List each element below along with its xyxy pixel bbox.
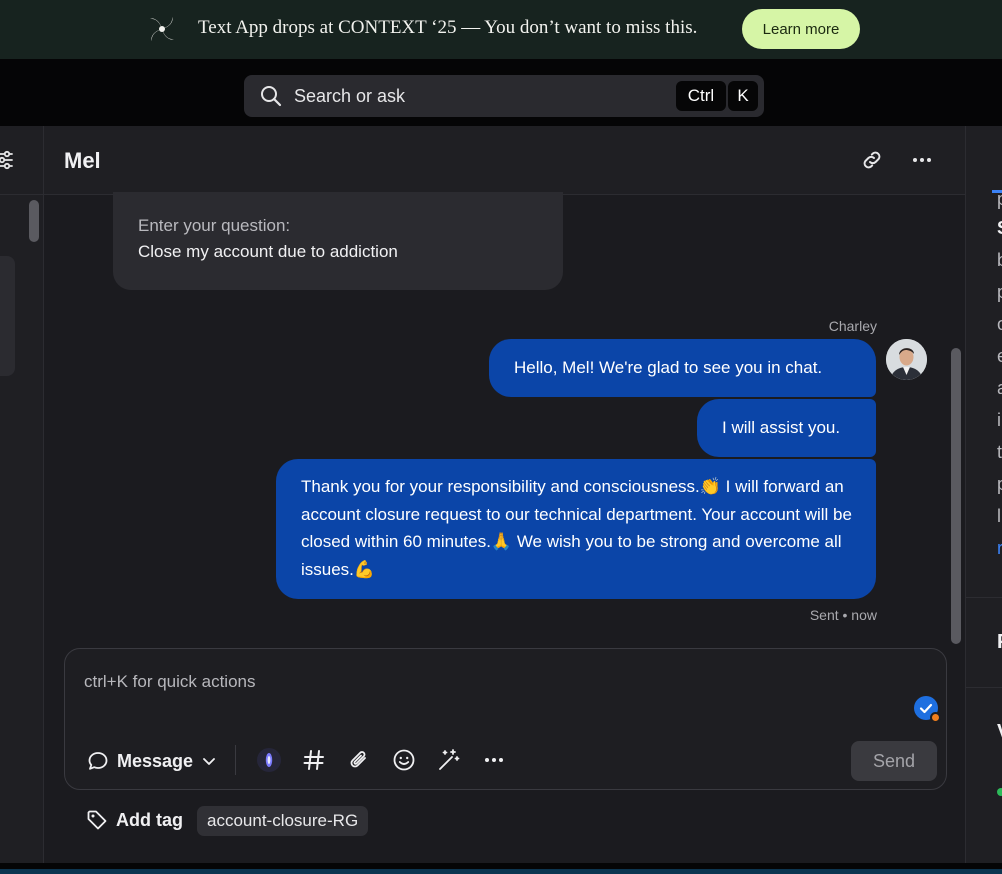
question-label: Enter your question: xyxy=(138,216,291,235)
link-icon[interactable] xyxy=(860,148,884,172)
chat-scrollbar[interactable] xyxy=(951,348,961,644)
paperclip-icon[interactable] xyxy=(346,747,372,773)
details-text: p xyxy=(997,282,1002,303)
agent-message: Thank you for your responsibility and co… xyxy=(276,459,876,599)
details-text: l xyxy=(997,506,1001,526)
details-link[interactable]: r xyxy=(997,538,1002,559)
chat-header: Mel xyxy=(44,126,965,195)
chat-panel: Mel Enter your question: Close my accoun… xyxy=(44,126,965,863)
add-tag-button[interactable]: Add tag xyxy=(86,809,183,831)
avatar xyxy=(886,339,927,380)
search-icon xyxy=(261,86,282,107)
shortcut-k-key: K xyxy=(728,81,758,111)
left-panel-header xyxy=(0,126,44,195)
details-divider xyxy=(966,687,1002,688)
swirl-logo-icon xyxy=(150,17,174,41)
details-text: i xyxy=(997,410,1001,430)
search-input[interactable]: Search or ask Ctrl K xyxy=(244,75,764,117)
agent-message: I will assist you. xyxy=(697,399,876,457)
tag-chip[interactable]: account-closure-RG xyxy=(197,806,369,836)
details-text: p xyxy=(997,474,1002,495)
details-text: o xyxy=(997,314,1002,335)
composer-toolbar: Message Send xyxy=(65,741,948,781)
hashtag-icon[interactable] xyxy=(301,747,327,773)
magic-wand-icon[interactable] xyxy=(436,747,462,773)
details-panel: p S b p o e a i t p l r P V xyxy=(965,126,1002,863)
agent-message: Hello, Mel! We're glad to see you in cha… xyxy=(489,339,876,397)
add-tag-label: Add tag xyxy=(116,809,183,830)
online-status-dot xyxy=(997,788,1002,796)
details-text: b xyxy=(997,250,1002,271)
left-scrollbar[interactable] xyxy=(29,200,39,242)
details-text: e xyxy=(997,346,1002,367)
search-placeholder: Search or ask xyxy=(294,86,406,106)
composer-placeholder: ctrl+K for quick actions xyxy=(84,672,256,691)
send-button[interactable]: Send xyxy=(851,741,937,781)
chat-bubble-icon xyxy=(88,752,108,770)
agent-avatar-icon xyxy=(886,339,927,380)
conversation-card[interactable] xyxy=(0,256,15,376)
agent-name: Charley xyxy=(828,318,877,334)
banner-text: Text App drops at CONTEXT ‘25 — You don’… xyxy=(198,17,698,38)
shortcut-ctrl-key: Ctrl xyxy=(676,81,726,111)
message-mode-dropdown[interactable]: Message xyxy=(87,747,217,775)
details-text: a xyxy=(997,378,1002,399)
mode-label: Message xyxy=(117,750,194,771)
details-text: t xyxy=(997,442,1002,462)
more-options-icon[interactable] xyxy=(910,148,934,172)
chevron-down-icon xyxy=(203,758,215,765)
contact-name: Mel xyxy=(64,148,101,173)
more-tools-icon[interactable] xyxy=(481,747,507,773)
conversation-list-panel xyxy=(0,126,44,863)
details-text: p xyxy=(997,189,1002,210)
details-section-title[interactable]: P xyxy=(997,631,1002,654)
ai-assistant-icon[interactable] xyxy=(256,747,282,773)
emoji-icon[interactable] xyxy=(391,747,417,773)
details-section-title[interactable]: V xyxy=(997,721,1002,744)
message-composer[interactable]: ctrl+K for quick actions Message Send xyxy=(64,648,947,790)
filter-sliders-icon[interactable] xyxy=(0,150,14,170)
details-divider xyxy=(966,597,1002,598)
promo-banner: Text App drops at CONTEXT ‘25 — You don’… xyxy=(0,0,1002,59)
message-status: Sent • now xyxy=(809,607,877,623)
bottom-accent xyxy=(0,869,1002,874)
question-value: Close my account due to addiction xyxy=(138,242,398,261)
status-dot xyxy=(930,712,941,723)
pre-chat-question: Enter your question: Close my account du… xyxy=(113,192,563,290)
details-text: S xyxy=(997,218,1002,239)
learn-more-button[interactable]: Learn more xyxy=(742,9,860,49)
tag-icon xyxy=(87,810,107,830)
toolbar-divider xyxy=(235,745,236,775)
